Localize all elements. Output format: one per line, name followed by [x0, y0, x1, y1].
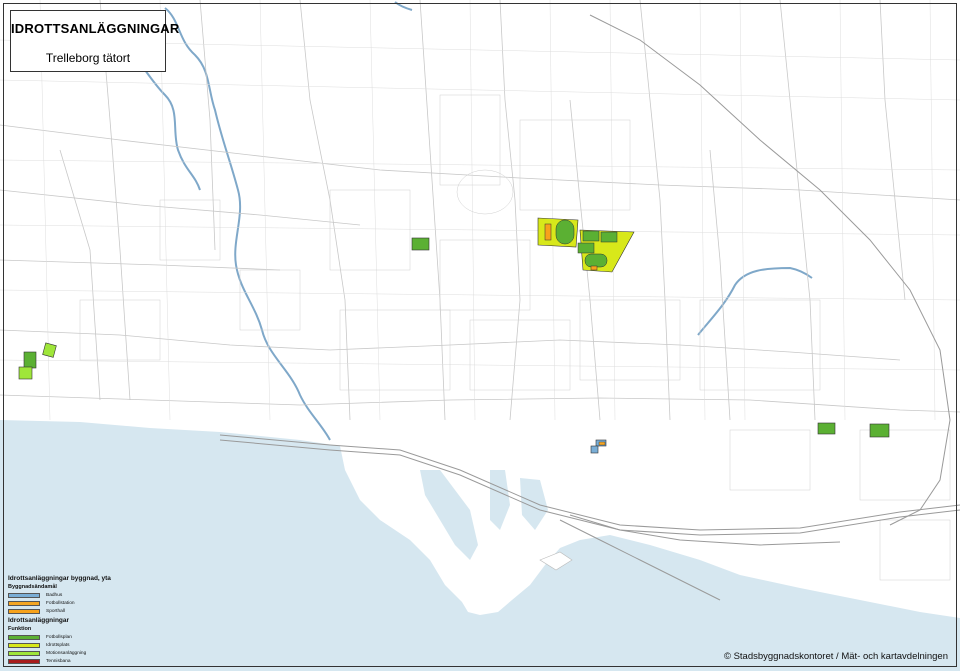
legend-swatch [8, 634, 40, 640]
legend-swatch [8, 608, 40, 614]
sports-field-polygon[interactable] [869, 423, 890, 438]
legend-heading: Idrottsanläggningar byggnad, yta [8, 575, 111, 582]
map-legend: Idrottsanläggningar byggnad, yta Byggnad… [8, 573, 158, 665]
legend-label: Fotbollsplan [46, 634, 72, 640]
legend-item: Fotbollstation [8, 599, 158, 607]
legend-swatch [8, 592, 40, 598]
legend-swatch [8, 650, 40, 656]
legend-label: Idrottsplats [46, 642, 70, 648]
exercise-area-polygon[interactable] [18, 366, 33, 380]
sports-field-polygon[interactable] [582, 230, 600, 242]
legend-swatch [8, 642, 40, 648]
legend-label: Sporthall [46, 608, 65, 614]
map-subtitle: Trelleborg tätort [45, 51, 131, 65]
sports-field-polygon[interactable] [817, 422, 836, 435]
legend-label: Fotbollstation [46, 600, 75, 606]
sports-field-polygon[interactable] [600, 231, 618, 243]
legend-group-title: Byggnadsändamål [8, 584, 57, 590]
map-title: IDROTTSANLÄGGNINGAR [11, 21, 180, 36]
legend-heading: Idrottsanläggningar [8, 617, 70, 624]
sports-field-polygon[interactable] [23, 351, 37, 369]
legend-label: Tennisbana [46, 658, 71, 664]
legend-swatch [8, 600, 40, 606]
legend-item: Sporthall [8, 607, 158, 615]
legend-label: Motionsanläggning [46, 650, 87, 656]
map-canvas[interactable] [0, 0, 960, 671]
copyright-text: © Stadsbyggnadskontoret / Mät- och karta… [723, 651, 948, 662]
title-box: IDROTTSANLÄGGNINGAR Trelleborg tätort [10, 10, 180, 72]
legend-item: Motionsanläggning [8, 649, 158, 657]
legend-group-title: Funktion [8, 626, 32, 632]
track-oval[interactable] [584, 253, 608, 268]
sports-hall-polygon[interactable] [544, 223, 552, 241]
sports-hall-polygon[interactable] [590, 265, 598, 271]
legend-swatch [8, 658, 40, 664]
legend-item: Fotbollsplan [8, 633, 158, 641]
legend-item: Idrottsplats [8, 641, 158, 649]
track-oval[interactable] [555, 219, 575, 245]
legend-item: Badhus [8, 591, 158, 599]
legend-item: Tennisbana [8, 657, 158, 665]
sports-field-polygon[interactable] [411, 237, 430, 251]
sports-field-polygon[interactable] [577, 242, 595, 254]
legend-label: Badhus [46, 592, 63, 598]
